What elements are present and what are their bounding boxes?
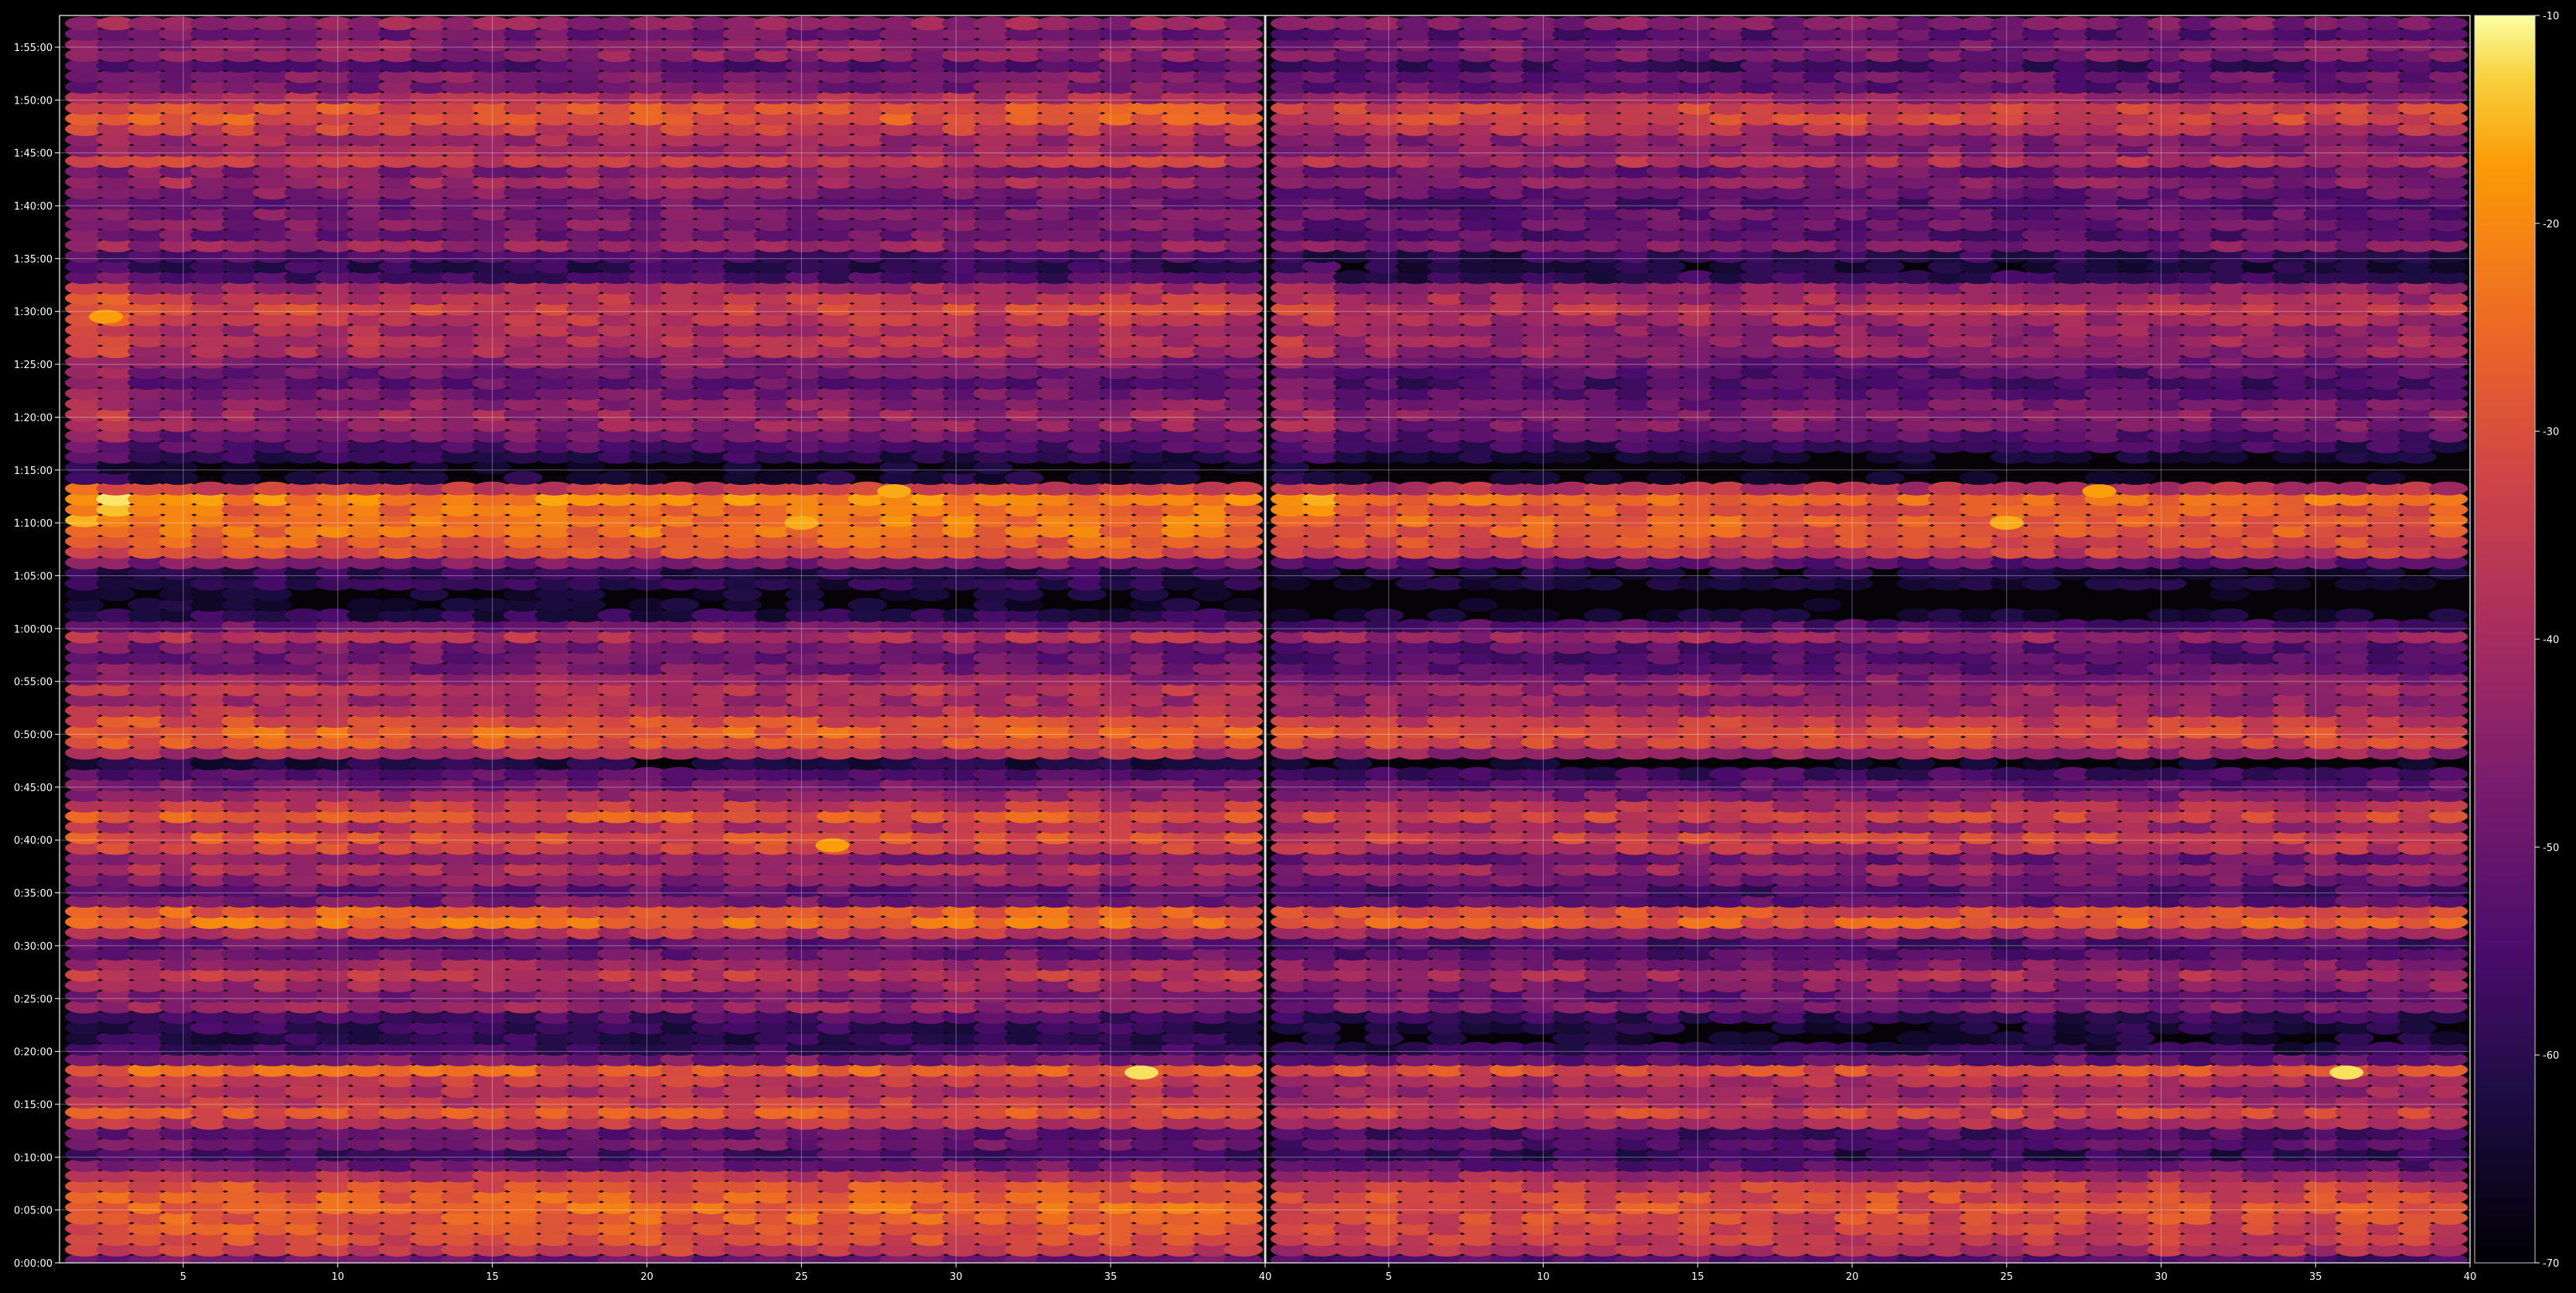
heatmap-cell	[378, 598, 418, 612]
heatmap-cell	[848, 598, 888, 612]
heatmap-cell	[1005, 471, 1044, 485]
heatmap-cell	[660, 598, 699, 612]
heatmap-cell	[817, 471, 856, 485]
heatmap-cell	[1223, 598, 1264, 612]
heatmap-panel-right	[1265, 15, 2470, 1263]
heatmap-cell	[1223, 481, 1264, 496]
heatmap-cell	[1223, 16, 1264, 31]
heatmap-cell	[629, 471, 668, 485]
heatmap-figure: 0:00:000:05:000:10:000:15:000:20:000:25:…	[0, 0, 2576, 1293]
heatmap-cell	[503, 471, 543, 485]
heatmap-cell	[1161, 598, 1201, 612]
heatmap-panel-left	[60, 15, 1265, 1263]
